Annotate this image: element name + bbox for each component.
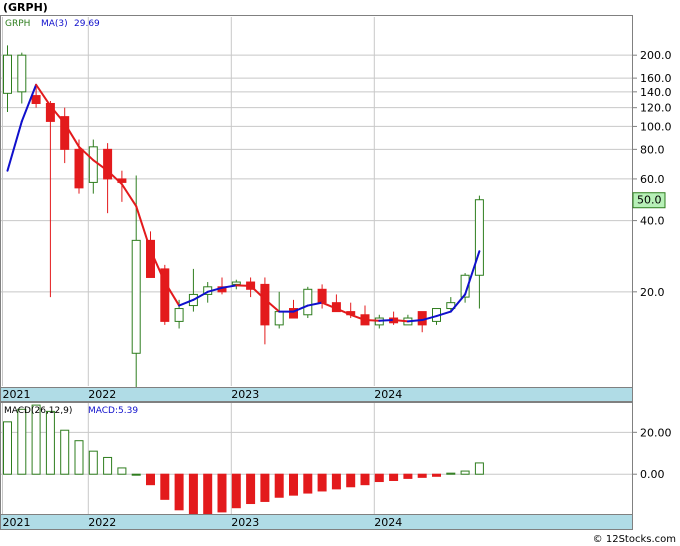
macd-bar-positive	[131, 473, 141, 476]
macd-bar-positive	[88, 450, 98, 475]
macd-bar-negative	[231, 473, 241, 509]
macd-y-axis: 20.00 0.00	[632, 426, 672, 481]
macd-bar-positive	[74, 440, 84, 475]
macd-bar-positive	[117, 467, 127, 475]
price-y-tick-label: 60.0	[640, 173, 665, 186]
macd-bar-negative	[289, 473, 298, 496]
macd-bar-negative	[317, 473, 327, 492]
macd-bar-negative	[203, 473, 213, 515]
macd-bar-negative	[374, 473, 384, 483]
price-y-tick-label: 140.0	[640, 86, 672, 99]
macd-legend-label: MACD(26,12,9)	[4, 406, 72, 416]
macd-legend-value: MACD:5.39	[88, 406, 138, 416]
macd-bar-negative	[246, 473, 256, 505]
macd-bar-positive	[3, 421, 12, 475]
candle-body-down	[260, 283, 270, 326]
price-y-tick-label: 200.0	[640, 49, 672, 62]
header: (GRPH)	[3, 1, 48, 14]
macd-x-tick-label: 2023	[231, 516, 259, 529]
macd-bar-negative	[260, 473, 270, 502]
macd-bar-negative	[389, 473, 399, 481]
macd-bar-positive	[17, 408, 27, 475]
legend-ma-value: 29.69	[74, 19, 100, 29]
candle	[303, 286, 313, 319]
price-y-tick-label: 100.0	[640, 120, 672, 133]
macd-bar-positive	[460, 470, 470, 475]
candle-body-up	[17, 54, 27, 93]
candle-body-down	[146, 239, 155, 278]
ma-segment	[392, 319, 409, 323]
macd-bar-negative	[360, 473, 370, 486]
macd-y-tick-label: 20.00	[640, 426, 672, 439]
stock-chart: 200.0 160.0140.0 120.0 100.0 80.0 60.0 40.0 20.…	[0, 1, 676, 545]
macd-bar-positive	[474, 462, 484, 475]
macd-bar-negative	[417, 473, 427, 478]
candle-body-up	[174, 308, 184, 322]
candle-body-down	[74, 148, 84, 189]
price-x-tick-label: 2024	[374, 388, 402, 401]
macd-bar-negative	[403, 473, 413, 479]
price-x-tick-label: 2022	[88, 388, 116, 401]
candle-body-up	[131, 239, 141, 354]
macd-bar-positive	[60, 429, 70, 475]
macd-bar-negative	[188, 473, 198, 515]
price-panel: 200.0 160.0140.0 120.0 100.0 80.0 60.0 40.0 20.…	[0, 15, 672, 402]
price-legend: GRPH MA(3) 29.69	[5, 19, 100, 29]
candle-body-down	[317, 288, 327, 304]
price-y-tick-label: 20.0	[640, 286, 665, 299]
ma-segment	[378, 319, 395, 322]
macd-legend: MACD(26,12,9) MACD:5.39	[4, 406, 138, 416]
macd-bar-negative	[432, 473, 441, 477]
candle-body-up	[3, 54, 12, 94]
price-y-axis: 200.0 160.0140.0 120.0 100.0 80.0 60.0 40.0 20.…	[632, 49, 672, 299]
macd-bar-negative	[274, 473, 284, 498]
candle-body-up	[474, 199, 484, 276]
macd-bar-positive	[45, 410, 55, 475]
macd-bar-positive	[446, 472, 456, 475]
price-y-tick-label: 120.0	[640, 102, 672, 115]
price-plot-frame	[0, 15, 633, 388]
price-y-tick-label: 80.0	[640, 143, 665, 156]
macd-bar-negative	[217, 473, 227, 513]
ticker-title: (GRPH)	[3, 1, 48, 14]
price-x-tick-label: 2021	[3, 388, 31, 401]
macd-panel: 20.00 0.00 2021 2022 2023 2024 MACD(26,12,9)…	[0, 402, 672, 530]
macd-bar-positive	[103, 456, 113, 475]
ma-segment	[364, 319, 381, 322]
candle-body-down	[31, 95, 41, 104]
candle-body-up	[274, 311, 284, 326]
macd-bar-negative	[303, 473, 313, 494]
last-price-label: 50.0	[637, 194, 662, 207]
price-y-tick-label: 40.0	[640, 215, 665, 228]
price-y-tick-label: 160.0	[640, 72, 672, 85]
macd-bar-negative	[346, 473, 356, 488]
price-x-tick-label: 2023	[231, 388, 259, 401]
footer-credit: © 12Stocks.com	[593, 534, 676, 545]
ma-segment	[406, 319, 424, 323]
macd-bar-negative	[174, 473, 184, 511]
macd-bar-negative	[331, 473, 341, 490]
legend-ma-label: MA(3)	[41, 19, 68, 29]
candle-body-up	[88, 146, 98, 183]
legend-symbol: GRPH	[5, 19, 30, 29]
candle-body-up	[303, 288, 313, 316]
macd-bar-negative	[146, 473, 155, 486]
macd-x-tick-label: 2021	[3, 516, 31, 529]
macd-y-tick-label: 0.00	[640, 468, 665, 481]
last-price-marker: 50.0	[632, 192, 666, 209]
macd-bar-negative	[160, 473, 170, 500]
macd-x-tick-label: 2024	[374, 516, 402, 529]
candle-body-up	[231, 281, 241, 285]
macd-x-tick-label: 2022	[88, 516, 116, 529]
